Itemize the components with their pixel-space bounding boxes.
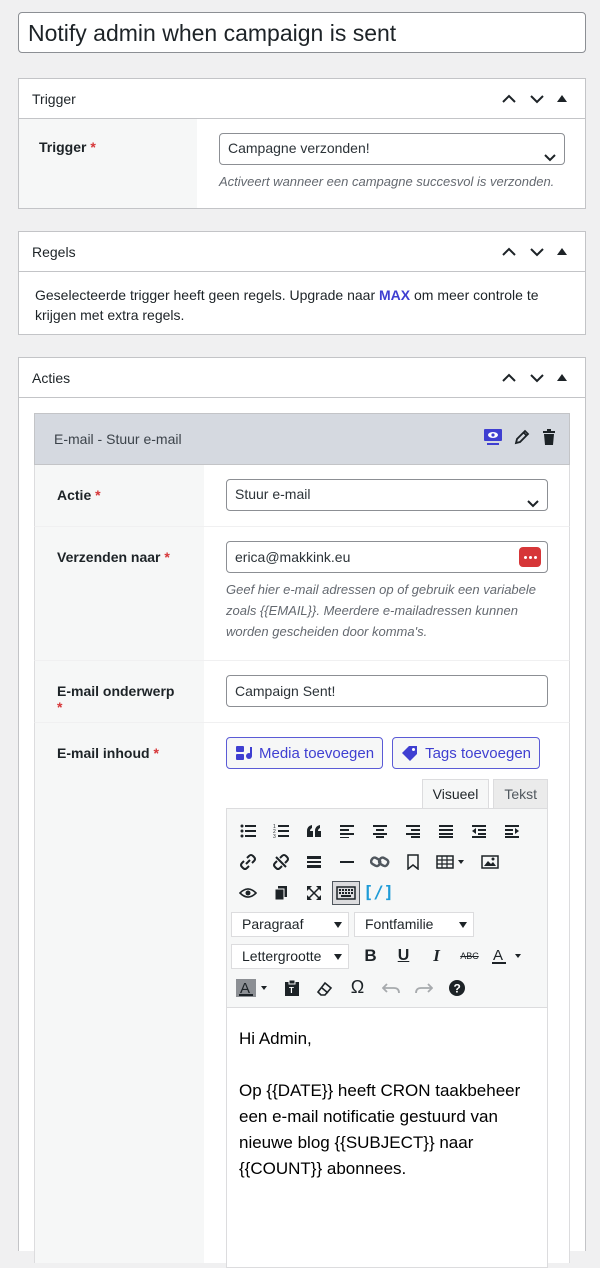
outdent-icon[interactable] [462, 817, 495, 845]
email-action: E-mail - Stuur e-mail Actie * Stuur e-ma… [34, 413, 570, 1268]
subject-input[interactable]: Campaign Sent! [226, 675, 548, 707]
editor-toolbar: 123 [/] Paragraaf Fontfamilie Lettergroo… [226, 808, 548, 1008]
font-size-select[interactable]: Lettergrootte [231, 943, 349, 969]
undo-icon[interactable] [374, 974, 407, 1002]
special-character-icon[interactable]: Ω [341, 974, 374, 1002]
background-color-icon[interactable]: A [231, 974, 275, 1002]
unlink-icon[interactable] [264, 848, 297, 876]
rules-box-title: Regels [32, 243, 76, 260]
link-icon[interactable] [231, 848, 264, 876]
trigger-select[interactable]: Campagne verzonden! [219, 133, 565, 165]
bullet-list-icon[interactable] [231, 817, 264, 845]
trigger-field-label: Trigger * [19, 119, 197, 208]
editor-paragraph: Hi Admin, [239, 1029, 312, 1048]
rules-message: Geselecteerde trigger heeft geen regels.… [35, 287, 539, 323]
italic-icon[interactable]: I [420, 942, 453, 970]
align-center-icon[interactable] [363, 817, 396, 845]
actions-box-header: Acties [19, 358, 585, 398]
move-down-icon[interactable] [523, 85, 551, 113]
table-icon[interactable] [429, 848, 473, 876]
svg-text:?: ? [453, 981, 460, 995]
trigger-description: Activeert wanneer een campagne succesvol… [219, 174, 555, 189]
clear-formatting-icon[interactable] [308, 974, 341, 1002]
copy-icon[interactable] [264, 879, 297, 907]
subject-label: E-mail onderwerp * [35, 661, 204, 722]
media-icon [236, 746, 252, 760]
action-field-label: Actie * [35, 465, 204, 526]
trigger-box-header: Trigger [19, 79, 585, 119]
align-justify-icon[interactable] [429, 817, 462, 845]
send-to-label: Verzenden naar * [35, 527, 204, 660]
action-title: E-mail - Stuur e-mail [54, 431, 182, 447]
move-up-icon[interactable] [495, 85, 523, 113]
fullscreen-icon[interactable] [297, 879, 330, 907]
move-up-icon[interactable] [495, 364, 523, 392]
numbered-list-icon[interactable]: 123 [264, 817, 297, 845]
paste-text-icon[interactable]: T [275, 974, 308, 1002]
shortcode-icon[interactable]: [/] [362, 879, 395, 907]
format-select[interactable]: Paragraaf [231, 911, 349, 937]
add-tags-button[interactable]: Tags toevoegen [392, 737, 541, 769]
image-icon[interactable] [473, 848, 506, 876]
editor-paragraph: Op {{DATE}} heeft CRON taakbeheer een e-… [239, 1081, 521, 1178]
align-left-icon[interactable] [330, 817, 363, 845]
underline-icon[interactable]: U [387, 942, 420, 970]
content-label: E-mail inhoud * [35, 723, 204, 1263]
font-family-select[interactable]: Fontfamilie [354, 911, 474, 937]
trash-icon[interactable] [541, 428, 557, 451]
keyboard-icon[interactable] [332, 880, 360, 905]
move-up-icon[interactable] [495, 238, 523, 266]
preview-icon[interactable] [483, 428, 503, 451]
tab-visual[interactable]: Visueel [421, 779, 490, 808]
indent-icon[interactable] [495, 817, 528, 845]
svg-text:A: A [493, 947, 503, 964]
add-media-button[interactable]: Media toevoegen [226, 737, 384, 769]
action-select[interactable]: Stuur e-mail [226, 479, 548, 511]
tag-icon [402, 746, 418, 761]
trigger-box-title: Trigger [32, 90, 76, 107]
link-chain-icon[interactable] [363, 848, 396, 876]
blockquote-icon[interactable] [297, 817, 330, 845]
send-to-input[interactable]: erica@makkink.eu [226, 541, 548, 573]
help-icon[interactable]: ? [440, 974, 473, 1002]
email-content-editor[interactable]: Hi Admin, Op {{DATE}} heeft CRON taakbeh… [226, 1008, 548, 1268]
chevron-down-icon [544, 143, 556, 171]
chevron-down-icon [527, 489, 539, 517]
eye-preview-icon[interactable] [231, 879, 264, 907]
rules-box: Regels Geselecteerde trigger heeft geen … [18, 231, 586, 335]
action-header: E-mail - Stuur e-mail [34, 413, 570, 465]
svg-text:3: 3 [273, 834, 276, 838]
redo-icon[interactable] [407, 974, 440, 1002]
read-more-icon[interactable] [297, 848, 330, 876]
trigger-box: Trigger Trigger * Campagne verzonden! Ac… [18, 78, 586, 209]
rules-box-header: Regels [19, 232, 585, 272]
pencil-icon[interactable] [513, 428, 531, 451]
bold-icon[interactable]: B [354, 942, 387, 970]
move-down-icon[interactable] [523, 364, 551, 392]
text-color-icon[interactable]: A [486, 942, 530, 970]
collapse-toggle-icon[interactable] [551, 238, 573, 266]
max-upgrade-link[interactable]: MAX [379, 287, 410, 303]
align-right-icon[interactable] [396, 817, 429, 845]
more-options-icon[interactable] [519, 547, 541, 567]
collapse-toggle-icon[interactable] [551, 364, 573, 392]
collapse-toggle-icon[interactable] [551, 85, 573, 113]
tab-text[interactable]: Tekst [493, 779, 548, 808]
post-title-input[interactable]: Notify admin when campaign is sent [18, 12, 586, 53]
move-down-icon[interactable] [523, 238, 551, 266]
bookmark-icon[interactable] [396, 848, 429, 876]
actions-box-title: Acties [32, 369, 71, 386]
svg-text:T: T [289, 986, 294, 995]
strikethrough-icon[interactable]: ABC [453, 942, 486, 970]
send-to-help: Geef hier e-mail adressen op of gebruik … [226, 582, 537, 639]
horizontal-line-icon[interactable] [330, 848, 363, 876]
